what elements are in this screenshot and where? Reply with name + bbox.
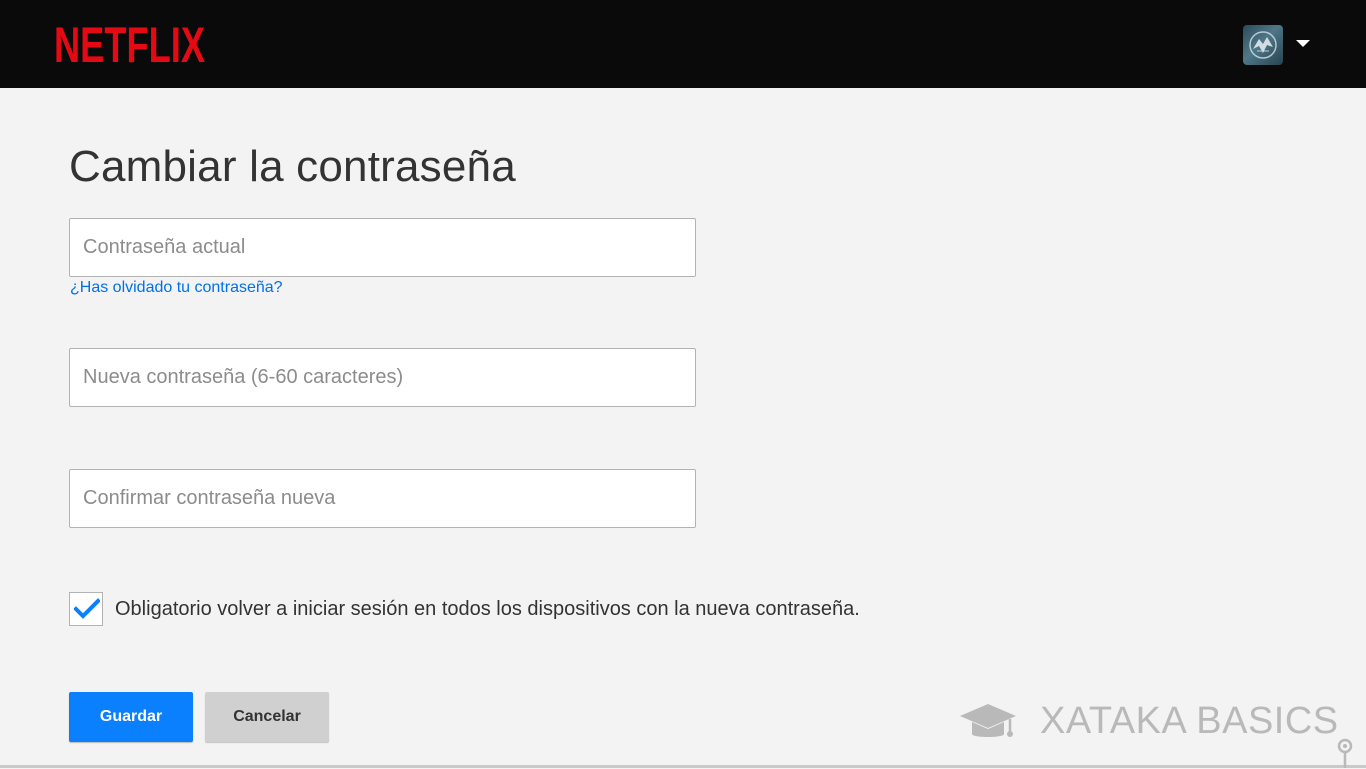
signout-checkbox-label[interactable]: Obligatorio volver a iniciar sesión en t… [115, 598, 860, 621]
confirm-password-input[interactable] [70, 470, 695, 527]
profile-avatar[interactable] [1243, 25, 1283, 65]
page-title: Cambiar la contraseña [69, 142, 516, 191]
current-password-field[interactable] [69, 218, 696, 277]
checkmark-icon [74, 598, 100, 619]
xataka-watermark: XATAKA BASICS [958, 696, 1339, 746]
graduation-cap-icon [960, 704, 1016, 737]
signout-all-devices-checkbox[interactable] [69, 592, 103, 626]
watermark-text: XATAKA BASICS [1040, 699, 1339, 742]
pin-icon [1337, 738, 1353, 768]
netflix-logo[interactable]: NETFLIX [54, 18, 206, 68]
bottom-divider [0, 765, 1366, 768]
forgot-password-link[interactable]: ¿Has olvidado tu contraseña? [70, 279, 283, 297]
confirm-password-field[interactable] [69, 469, 696, 528]
top-navbar: NETFLIX [0, 0, 1366, 88]
new-password-input[interactable] [70, 349, 695, 406]
new-password-field[interactable] [69, 348, 696, 407]
current-password-input[interactable] [70, 219, 695, 276]
cancel-button[interactable]: Cancelar [205, 692, 329, 742]
save-button[interactable]: Guardar [69, 692, 193, 742]
logo-text: NETFLIX [54, 18, 205, 68]
wolf-avatar-icon [1249, 31, 1277, 59]
profile-menu-caret-icon[interactable] [1296, 40, 1310, 47]
